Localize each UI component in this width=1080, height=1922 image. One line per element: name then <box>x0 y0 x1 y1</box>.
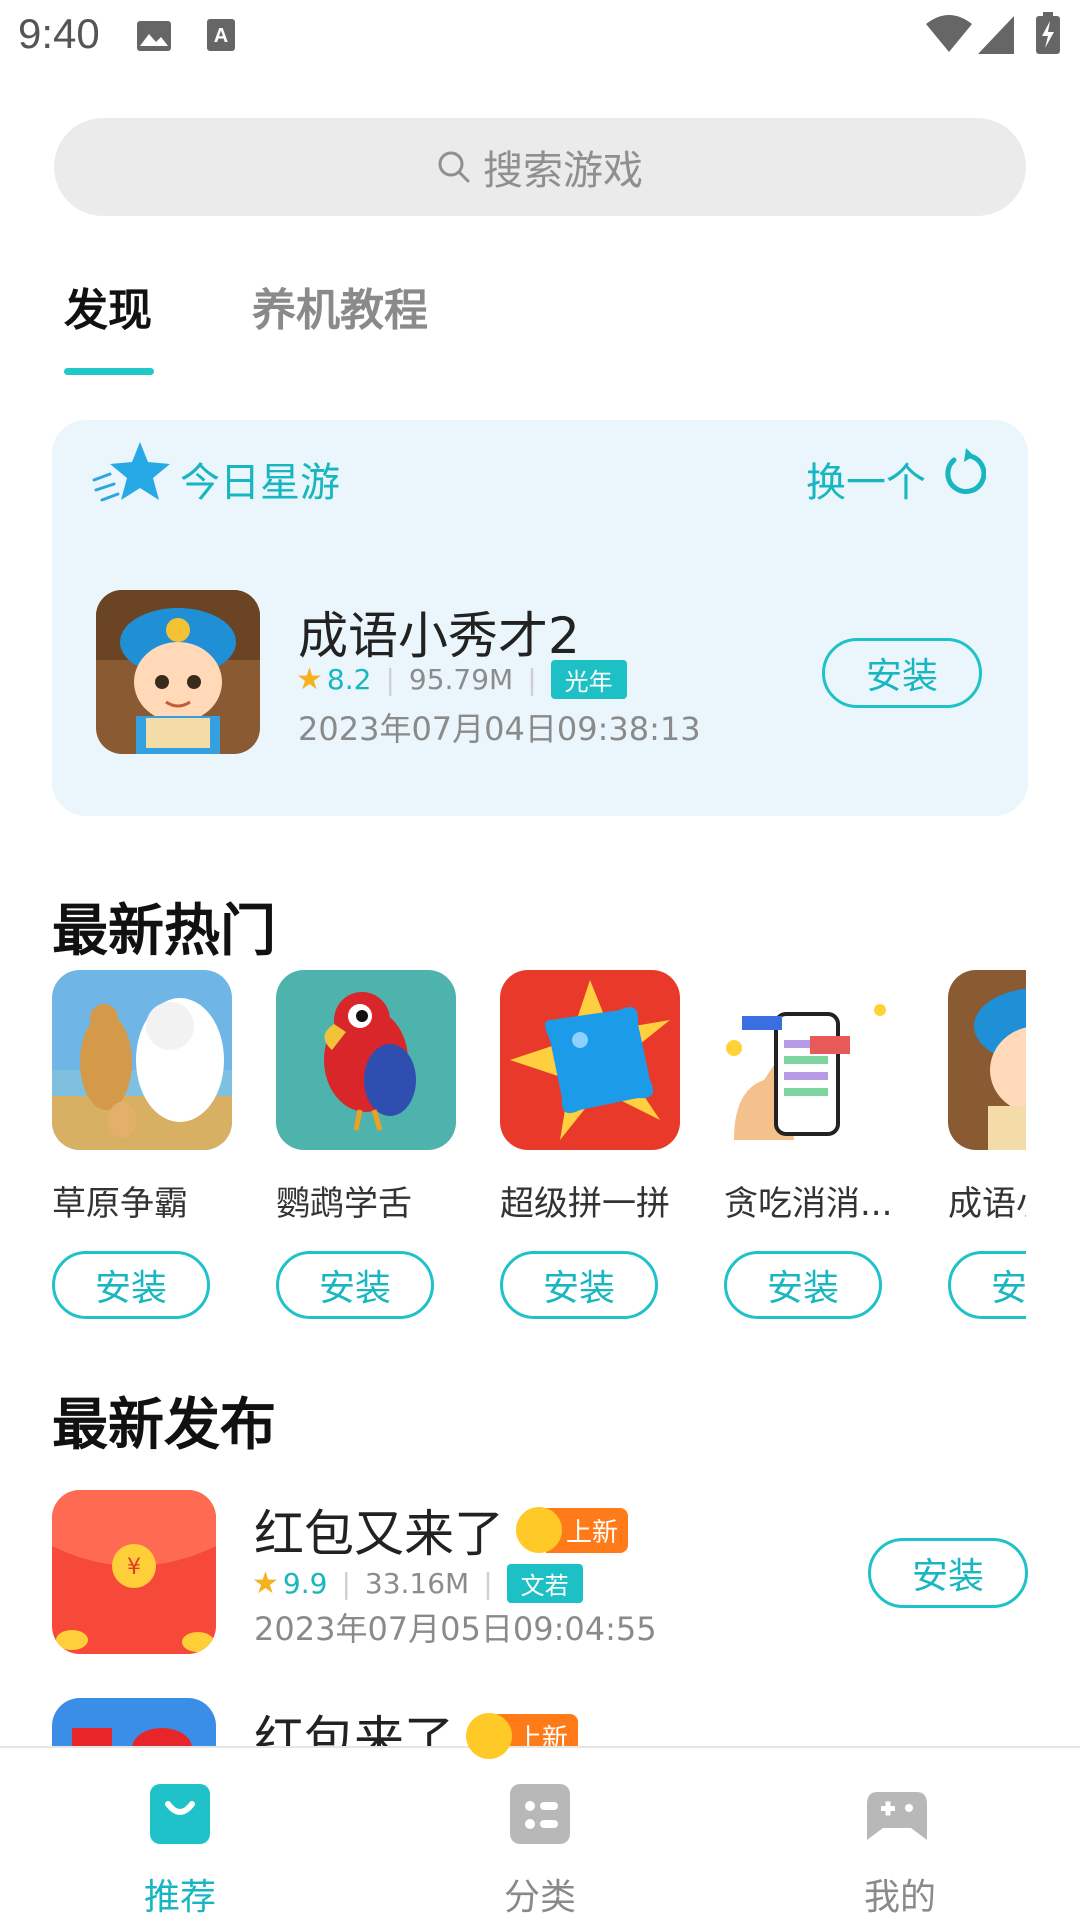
hot-game-item[interactable]: 鹦鹉学舌 安装 <box>276 970 456 1319</box>
install-button[interactable]: 安装 <box>52 1251 210 1319</box>
nav-label: 分类 <box>503 1877 576 1918</box>
hot-game-item[interactable]: 贪吃消消... 安装 <box>724 970 904 1319</box>
cell-signal-icon <box>978 16 1014 54</box>
new-app-date: 2023年07月05日09:04:55 <box>254 1610 657 1648</box>
star-icon: ★ <box>296 662 323 697</box>
install-button[interactable]: 安装 <box>276 1251 434 1319</box>
hot-game-item[interactable]: 草原争霸 安装 <box>52 970 232 1319</box>
nav-label: 我的 <box>863 1877 936 1918</box>
tab-active-indicator <box>64 368 154 375</box>
cartoon-boy-icon <box>948 970 1026 1150</box>
divider: | <box>527 663 537 696</box>
daily-app-date: 2023年07月04日09:38:13 <box>298 710 701 748</box>
refresh-icon[interactable] <box>940 446 986 496</box>
hot-game-item[interactable]: 超级拼一拼 安装 <box>500 970 680 1319</box>
divider: | <box>341 1567 351 1600</box>
file-size: 33.16M <box>364 1567 470 1600</box>
status-time: 9:40 <box>18 10 100 57</box>
laughing-face-icon <box>466 1713 512 1759</box>
wifi-icon <box>926 15 972 52</box>
game-name[interactable]: 成语小 <box>948 1176 1026 1225</box>
developer-tag: 光年 <box>550 660 627 699</box>
new-app-install-button[interactable]: 安装 <box>868 1538 1028 1608</box>
game-name[interactable]: 草原争霸 <box>52 1176 232 1225</box>
svg-text:A: A <box>214 25 228 47</box>
game-icon[interactable] <box>724 970 904 1150</box>
game-icon[interactable] <box>276 970 456 1150</box>
new-app-title[interactable]: 红包又来了 上新 <box>254 1494 629 1566</box>
install-button[interactable]: 安装 <box>724 1251 882 1319</box>
file-size: 95.79M <box>408 663 514 696</box>
game-icon[interactable] <box>52 970 232 1150</box>
hot-game-item[interactable]: 成语小 安装 <box>948 970 1026 1319</box>
divider: | <box>385 663 395 696</box>
game-name[interactable]: 贪吃消消... <box>724 1176 904 1225</box>
font-notification-icon: A <box>207 19 235 51</box>
daily-pick-title: 今日星游 <box>180 460 340 506</box>
red-envelope-app-icon[interactable]: ¥ <box>52 1490 216 1654</box>
laughing-face-icon <box>516 1507 562 1553</box>
new-release-section-title: 最新发布 <box>52 1393 276 1458</box>
nav-category[interactable]: 分类 <box>440 1748 640 1922</box>
bottom-navigation: 推荐 分类 我的 <box>0 1746 1080 1922</box>
parrot-icon <box>276 970 456 1150</box>
rating-value: 8.2 <box>326 663 372 696</box>
gamepad-icon <box>867 1792 927 1840</box>
daily-app-name[interactable]: 成语小秀才2 <box>298 596 580 668</box>
search-placeholder: 搜索游戏 <box>483 148 643 194</box>
divider: | <box>483 1567 493 1600</box>
daily-install-button[interactable]: 安装 <box>822 638 982 708</box>
tab-discover[interactable]: 发现 <box>64 274 152 338</box>
app-name[interactable]: 红包又来了 <box>254 1494 504 1566</box>
nav-label: 推荐 <box>143 1877 216 1918</box>
lion-deer-icon <box>52 970 232 1150</box>
red-envelope-icon: ¥ <box>52 1490 216 1654</box>
install-button[interactable]: 安装 <box>948 1251 1026 1319</box>
hot-games-row[interactable]: 草原争霸 安装 鹦鹉学舌 安装 超级拼一拼 安装 贪吃消消... 安装 成语 安 <box>52 970 1026 1320</box>
nav-mine[interactable]: 我的 <box>800 1748 1000 1922</box>
install-button[interactable]: 安装 <box>500 1251 658 1319</box>
battery-charging-icon <box>1036 12 1060 54</box>
svg-text:¥: ¥ <box>127 1555 141 1580</box>
nav-recommend[interactable]: 推荐 <box>80 1748 280 1922</box>
daily-app-meta: ★ 8.2 | 95.79M | 光年 <box>296 660 627 699</box>
refresh-button[interactable]: 换一个 <box>806 450 926 508</box>
game-icon[interactable] <box>500 970 680 1150</box>
search-icon <box>438 151 470 183</box>
developer-tag: 文若 <box>506 1564 583 1603</box>
game-name[interactable]: 鹦鹉学舌 <box>276 1176 456 1225</box>
hot-section-title: 最新热门 <box>52 899 276 964</box>
smile-box-icon <box>150 1784 210 1844</box>
tab-tutorial[interactable]: 养机教程 <box>252 274 428 338</box>
game-icon[interactable] <box>948 970 1026 1150</box>
image-notification-icon <box>137 21 171 51</box>
star-icon: ★ <box>252 1566 279 1601</box>
new-badge: 上新 <box>516 1506 629 1554</box>
flying-star-icon <box>92 442 170 502</box>
grid-icon <box>510 1784 570 1844</box>
phone-hand-icon <box>724 970 904 1150</box>
cartoon-boy-icon <box>96 590 260 754</box>
search-input[interactable]: 搜索游戏 <box>54 118 1026 216</box>
new-app-meta: ★ 9.9 | 33.16M | 文若 <box>252 1564 583 1603</box>
puzzle-piece-icon <box>500 970 680 1150</box>
daily-app-icon[interactable] <box>96 590 260 754</box>
game-name[interactable]: 超级拼一拼 <box>500 1176 680 1225</box>
rating-value: 9.9 <box>282 1567 328 1600</box>
